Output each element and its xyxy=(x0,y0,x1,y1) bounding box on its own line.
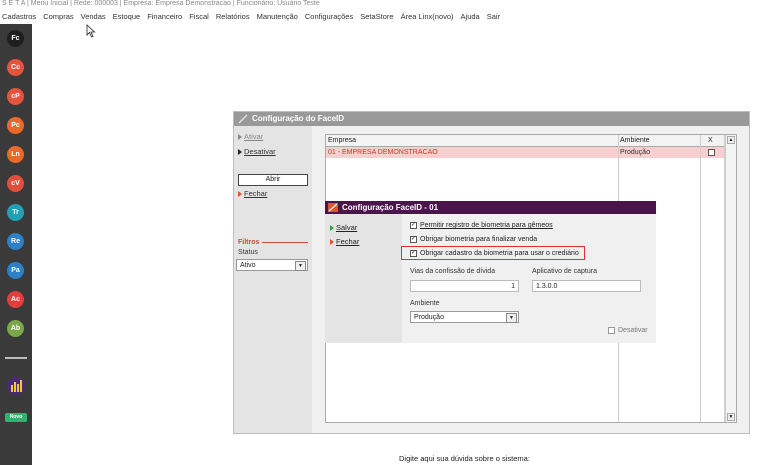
filters-header: Filtros xyxy=(238,239,308,246)
status-select[interactable]: Ativo ▼ xyxy=(236,259,308,271)
play-icon xyxy=(238,148,242,155)
checkbox-checked-icon[interactable]: ✓ xyxy=(410,236,417,243)
opt-crediario[interactable]: ✓ Obrigar cadastro da biometria para usa… xyxy=(410,250,579,257)
menu-setastore[interactable]: SetaStore xyxy=(360,12,393,21)
menu-vendas[interactable]: Vendas xyxy=(81,12,106,21)
fc-icon[interactable]: Fc xyxy=(7,30,24,47)
col-x[interactable]: X xyxy=(708,135,713,146)
ativar-button[interactable]: Ativar xyxy=(238,132,263,141)
inner-dialog-body: Salvar Fechar ✓ Permitir registro de bio… xyxy=(325,214,656,343)
scroll-up-icon[interactable]: ▲ xyxy=(727,136,735,144)
help-prompt: Digite aqui sua dúvida sobre o sistema: xyxy=(399,454,530,463)
re-icon[interactable]: Re xyxy=(7,233,24,250)
fechar-button[interactable]: Fechar xyxy=(238,189,267,198)
cv-icon[interactable]: cV xyxy=(7,175,24,192)
play-icon xyxy=(238,190,242,197)
new-badge: Novo xyxy=(5,413,27,422)
dialog-actions-panel: Ativar Desativar Abrir Fechar Filtros St… xyxy=(234,126,312,433)
checkbox-checked-icon[interactable]: ✓ xyxy=(410,222,417,229)
sidebar-divider xyxy=(5,357,27,359)
menu-compras[interactable]: Compras xyxy=(43,12,73,21)
play-icon xyxy=(330,238,334,245)
play-icon xyxy=(330,224,334,231)
dialog-title: Configuração do FaceID xyxy=(252,114,345,123)
chevron-down-icon: ▼ xyxy=(295,261,306,271)
menu-cadastros[interactable]: Cadastros xyxy=(2,12,36,21)
cell-empresa: 01 - EMPRESA DEMONSTRACAO xyxy=(328,149,438,156)
play-icon xyxy=(238,133,242,140)
menu-estoque[interactable]: Estoque xyxy=(113,12,141,21)
checkbox-icon[interactable] xyxy=(608,327,615,334)
inner-actions-panel: Salvar Fechar xyxy=(325,214,402,343)
row-checkbox[interactable] xyxy=(708,149,715,156)
app-icon xyxy=(328,203,338,212)
table-row[interactable]: 01 - EMPRESA DEMONSTRACAO Produção xyxy=(326,147,724,158)
menu-configuracoes[interactable]: Configurações xyxy=(305,12,353,21)
sidebar: Fc Cc cP Pc Ln cV Tr Re Pa Ac Ab Novo xyxy=(0,24,32,465)
bar-chart-icon[interactable] xyxy=(6,374,26,398)
ac-icon[interactable]: Ac xyxy=(7,291,24,308)
ab-icon[interactable]: Ab xyxy=(7,320,24,337)
cp-icon[interactable]: cP xyxy=(7,88,24,105)
pa-icon[interactable]: Pa xyxy=(7,262,24,279)
ln-icon[interactable]: Ln xyxy=(7,146,24,163)
abrir-button[interactable]: Abrir xyxy=(238,174,308,186)
app-icon xyxy=(238,114,248,124)
vias-label: Vias da confissão de dívida xyxy=(410,268,496,275)
menu-area-linx[interactable]: Área Linx(novo) xyxy=(401,12,454,21)
dialog-titlebar[interactable]: Configuração do FaceID xyxy=(234,112,749,126)
mouse-cursor-icon xyxy=(86,24,96,38)
aplicativo-input[interactable]: 1.3.0.0 xyxy=(532,280,641,292)
grid-header: Empresa Ambiente X xyxy=(326,135,736,147)
inner-fechar-button[interactable]: Fechar xyxy=(330,237,359,246)
desativar-option[interactable]: Desativar xyxy=(608,327,648,334)
chevron-down-icon: ▼ xyxy=(506,313,517,323)
faceid-01-dialog: Configuração FaceID - 01 Salvar Fechar ✓… xyxy=(325,201,656,343)
ambiente-label: Ambiente xyxy=(410,300,440,307)
column-divider xyxy=(700,135,701,422)
ambiente-select[interactable]: Produção ▼ xyxy=(410,311,519,323)
menu-ajuda[interactable]: Ajuda xyxy=(461,12,480,21)
desativar-button[interactable]: Desativar xyxy=(238,147,276,156)
tr-icon[interactable]: Tr xyxy=(7,204,24,221)
pc-icon[interactable]: Pc xyxy=(7,117,24,134)
cc-icon[interactable]: Cc xyxy=(7,59,24,76)
scroll-down-icon[interactable]: ▼ xyxy=(727,413,735,421)
aplicativo-label: Aplicativo de captura xyxy=(532,268,597,275)
opt-finalizar-venda[interactable]: ✓ Obrigar biometria para finalizar venda xyxy=(410,236,537,243)
window-title: S E T A | Menu Inicial | Rede: 000003 | … xyxy=(2,0,320,7)
col-ambiente[interactable]: Ambiente xyxy=(620,135,650,146)
col-empresa[interactable]: Empresa xyxy=(328,135,356,146)
opt-gemeos[interactable]: ✓ Permitir registro de biometria para gê… xyxy=(410,222,553,229)
menu-relatorios[interactable]: Relatórios xyxy=(216,12,250,21)
salvar-button[interactable]: Salvar xyxy=(330,223,357,232)
checkbox-checked-icon[interactable]: ✓ xyxy=(410,250,417,257)
inner-dialog-title: Configuração FaceID - 01 xyxy=(342,203,439,212)
grid-scrollbar[interactable]: ▲ ▼ xyxy=(725,135,736,422)
menu-financeiro[interactable]: Financeiro xyxy=(147,12,182,21)
menu-manutencao[interactable]: Manutenção xyxy=(257,12,298,21)
menu-bar: Cadastros Compras Vendas Estoque Finance… xyxy=(0,9,505,23)
menu-sair[interactable]: Sair xyxy=(487,12,500,21)
status-label: Status xyxy=(238,249,258,256)
cell-ambiente: Produção xyxy=(620,149,650,156)
vias-input[interactable]: 1 xyxy=(410,280,519,292)
menu-fiscal[interactable]: Fiscal xyxy=(189,12,209,21)
inner-dialog-titlebar[interactable]: Configuração FaceID - 01 xyxy=(325,201,656,214)
